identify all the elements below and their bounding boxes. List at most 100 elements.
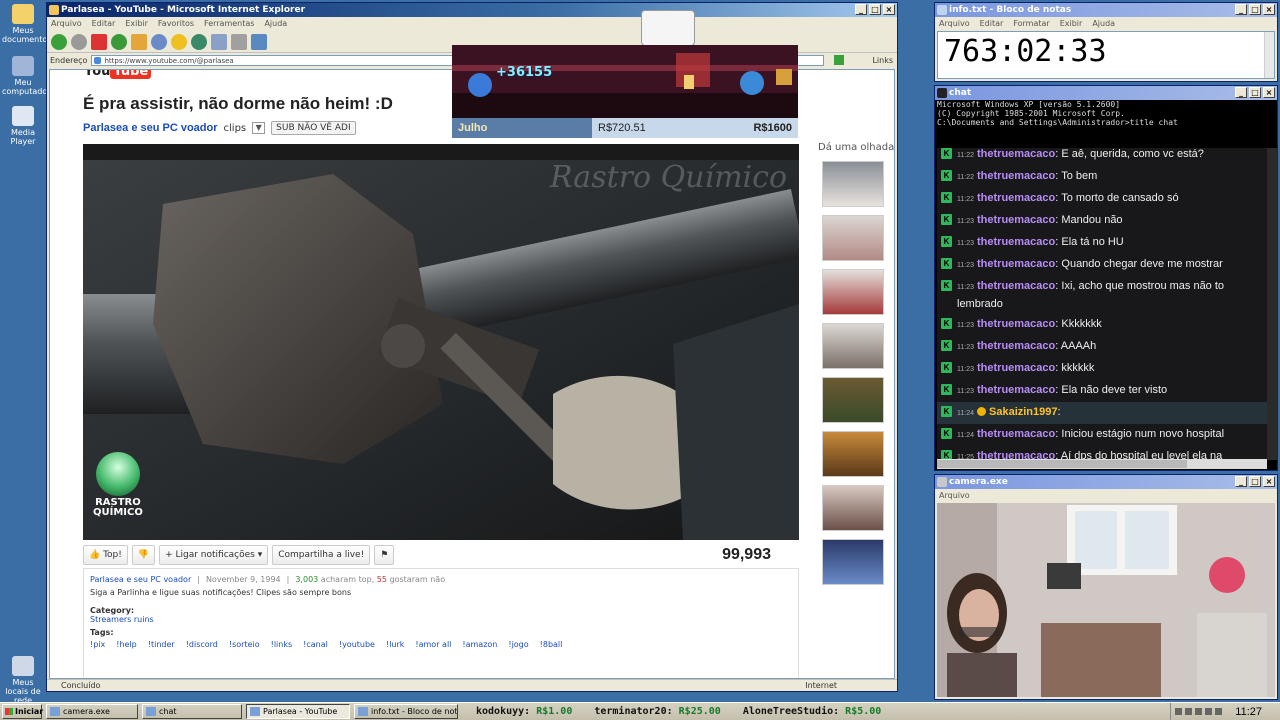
message-user[interactable]: thetruemacaco [977,428,1055,440]
stop-icon[interactable] [91,33,107,50]
menu-favorites[interactable]: Favoritos [158,17,194,31]
favorites-icon[interactable] [171,33,187,50]
tray-icon[interactable] [1175,708,1182,715]
tray-icon[interactable] [1185,708,1192,715]
message-user[interactable]: thetruemacaco [977,148,1055,160]
channel-link[interactable]: Parlasea e seu PC voador [83,122,218,134]
tag-link[interactable]: !lurk [386,640,404,649]
related-video-thumb[interactable] [822,215,884,261]
maximize-button[interactable]: □ [869,4,881,15]
notepad-titlebar[interactable]: info.txt - Bloco de notas _ □ × [935,3,1277,17]
message-user[interactable]: thetruemacaco [977,258,1055,270]
edit-icon[interactable] [251,33,267,50]
start-button[interactable]: Iniciar [2,704,43,719]
menu-view[interactable]: Exibir [1060,17,1083,31]
tag-link[interactable]: !amor all [415,640,451,649]
message-user[interactable]: thetruemacaco [977,214,1055,226]
related-video-thumb[interactable] [822,323,884,369]
taskbar-item-browser[interactable]: Parlasea - YouTube [246,704,350,719]
clock[interactable]: 11:27 [1235,706,1262,718]
tag-link[interactable]: !discord [186,640,218,649]
tag-link[interactable]: !sorteio [229,640,260,649]
tag-link[interactable]: !jogo [508,640,528,649]
message-user[interactable]: thetruemacaco [977,236,1055,248]
like-button[interactable]: 👍 Top! [83,545,128,565]
video-player[interactable]: Rastro Químico RASTRO QUÍMICO [83,144,799,540]
print-icon[interactable] [231,33,247,50]
maximize-button[interactable]: □ [1249,4,1261,15]
minimize-button[interactable]: _ [855,4,867,15]
message-user[interactable]: Sakaizin1997 [989,406,1058,418]
related-video-thumb[interactable] [822,539,884,585]
refresh-icon[interactable] [111,33,127,50]
browser-titlebar[interactable]: Parlasea - YouTube - Microsoft Internet … [47,3,897,17]
minimize-button[interactable]: _ [1235,87,1247,98]
history-icon[interactable] [191,33,207,50]
category-link[interactable]: Streamers ruins [90,615,792,624]
notepad-text-area[interactable]: 763:02:33 [937,31,1275,79]
related-video-thumb[interactable] [822,161,884,207]
chat-titlebar[interactable]: chat _ □ × [935,86,1277,100]
desktop-icon-network[interactable]: Meus locais de rede [2,656,44,705]
menu-edit[interactable]: Editar [92,17,116,31]
menu-help[interactable]: Ajuda [264,17,287,31]
close-button[interactable]: × [1263,87,1275,98]
chat-feed[interactable]: K 11:22 thetruemacaco: E aê, querida, como… [937,148,1267,460]
related-video-thumb[interactable] [822,377,884,423]
menu-format[interactable]: Formatar [1013,17,1049,31]
close-button[interactable]: × [1263,476,1275,487]
message-user[interactable]: thetruemacaco [977,170,1055,182]
desktop-icon-media-player[interactable]: Media Player [2,106,44,146]
message-user[interactable]: thetruemacaco [977,384,1055,396]
desktop-icon-documents[interactable]: Meus documentos [2,4,51,44]
message-user[interactable]: thetruemacaco [977,280,1055,292]
vertical-scrollbar[interactable] [1264,32,1274,78]
tag-link[interactable]: !canal [303,640,328,649]
message-user[interactable]: thetruemacaco [977,362,1055,374]
desc-channel-link[interactable]: Parlasea e seu PC voador [90,575,191,584]
maximize-button[interactable]: □ [1249,476,1261,487]
menu-file[interactable]: Arquivo [51,17,82,31]
flag-icon[interactable]: ⚑ [374,545,395,565]
links-label[interactable]: Links [872,56,893,65]
horizontal-scrollbar[interactable] [937,459,1267,469]
taskbar-item-camera[interactable]: camera.exe [46,704,138,719]
menu-file[interactable]: Arquivo [939,489,970,503]
desktop-icon-computer[interactable]: Meu computador [2,56,51,96]
tag-link[interactable]: !links [271,640,293,649]
tag-link[interactable]: !pix [90,640,105,649]
youtube-logo[interactable]: You Tube [84,70,152,79]
message-user[interactable]: thetruemacaco [977,340,1055,352]
dislike-button[interactable]: 👎 [131,545,156,565]
chevron-down-icon[interactable]: ▼ [252,122,266,134]
menu-edit[interactable]: Editar [980,17,1004,31]
volume-icon[interactable] [1215,708,1222,715]
share-button[interactable]: Compartilha a live! [272,545,371,565]
camera-titlebar[interactable]: camera.exe _ □ × [935,475,1277,489]
mail-icon[interactable] [211,33,227,50]
close-button[interactable]: × [883,4,895,15]
go-icon[interactable] [834,55,845,65]
menu-view[interactable]: Exibir [125,17,148,31]
message-user[interactable]: thetruemacaco [977,192,1055,204]
message-user[interactable]: thetruemacaco [977,318,1055,330]
related-video-thumb[interactable] [822,485,884,531]
minimize-button[interactable]: _ [1235,476,1247,487]
home-icon[interactable] [131,33,147,50]
taskbar-item-chat[interactable]: chat [142,704,242,719]
tag-link[interactable]: !help [116,640,137,649]
back-icon[interactable] [51,33,67,50]
maximize-button[interactable]: □ [1249,87,1261,98]
menu-help[interactable]: Ajuda [1092,17,1115,31]
related-video-thumb[interactable] [822,269,884,315]
tag-link[interactable]: !amazon [462,640,497,649]
tray-icon[interactable] [1205,708,1212,715]
subscribe-button[interactable]: SUB NÃO VÊ ADI [271,121,356,135]
close-button[interactable]: × [1263,4,1275,15]
tray-icon[interactable] [1195,708,1202,715]
tag-link[interactable]: !tinder [148,640,175,649]
taskbar-item-notepad[interactable]: info.txt - Bloco de notas [354,704,458,719]
search-icon[interactable] [151,33,167,50]
tag-link[interactable]: !youtube [339,640,375,649]
forward-icon[interactable] [71,33,87,50]
